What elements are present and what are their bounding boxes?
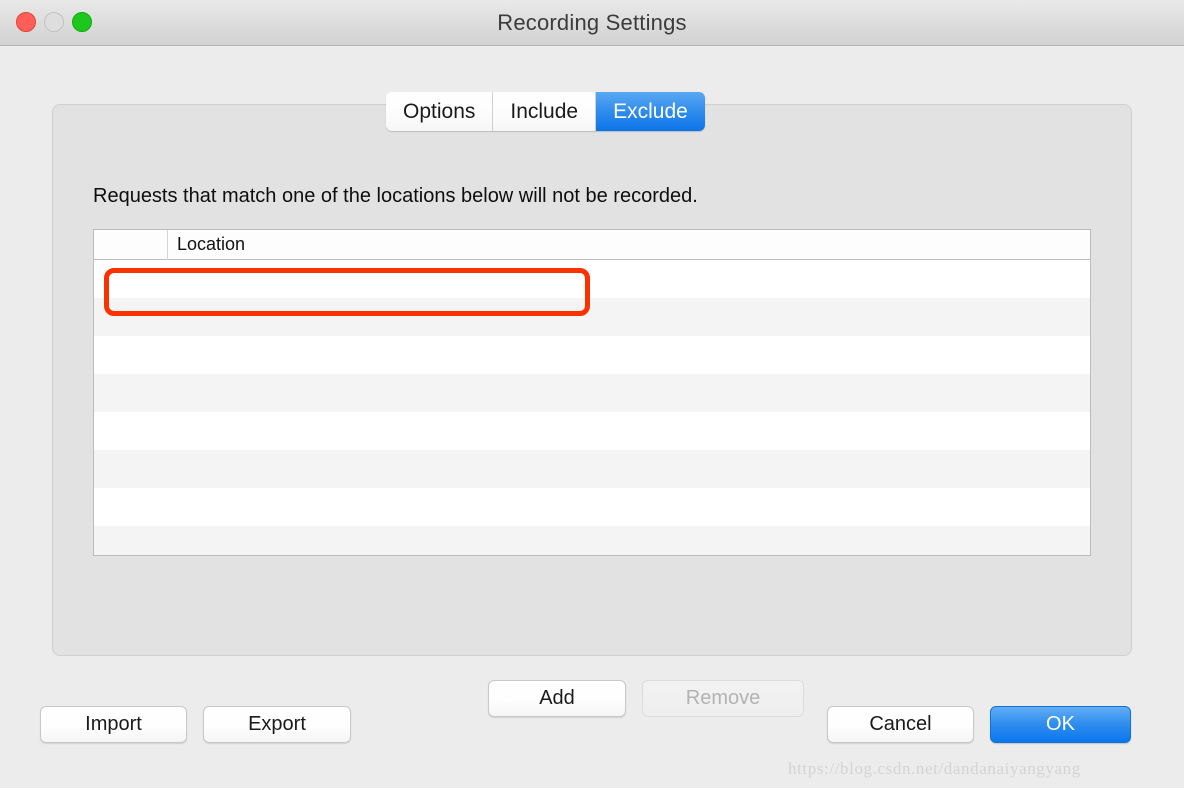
table-row[interactable] [94,488,1090,526]
table-row[interactable] [94,260,1090,298]
add-location-button[interactable]: Add [488,680,626,717]
locations-table[interactable]: Location [93,229,1091,556]
window-title: Recording Settings [497,10,687,35]
tab-options[interactable]: Options [386,92,494,131]
export-button[interactable]: Export [203,706,351,743]
ok-button[interactable]: OK [990,706,1131,743]
table-row[interactable] [94,450,1090,488]
column-header-location: Location [177,234,246,254]
table-row[interactable] [94,336,1090,374]
panel-description: Requests that match one of the locations… [93,185,698,207]
tab-include[interactable]: Include [493,92,597,131]
locations-table-header: Location [94,230,1090,260]
remove-location-button[interactable]: Remove [642,680,804,717]
window-titlebar: Recording Settings [0,0,1184,46]
settings-tab-bar: Options Include Exclude [386,92,705,131]
tab-exclude[interactable]: Exclude [596,92,705,131]
recording-settings-window: Recording Settings Options Include Exclu… [0,0,1184,788]
column-header-enabled [94,230,168,260]
watermark-text: https://blog.csdn.net/dandanaiyangyang [788,759,1081,778]
table-row[interactable] [94,412,1090,450]
table-row[interactable] [94,374,1090,412]
exclude-tab-panel: Requests that match one of the locations… [52,104,1132,717]
import-button[interactable]: Import [40,706,187,743]
table-row[interactable] [94,526,1090,555]
table-row[interactable] [94,298,1090,336]
locations-table-body[interactable] [94,260,1090,555]
cancel-button[interactable]: Cancel [827,706,974,743]
